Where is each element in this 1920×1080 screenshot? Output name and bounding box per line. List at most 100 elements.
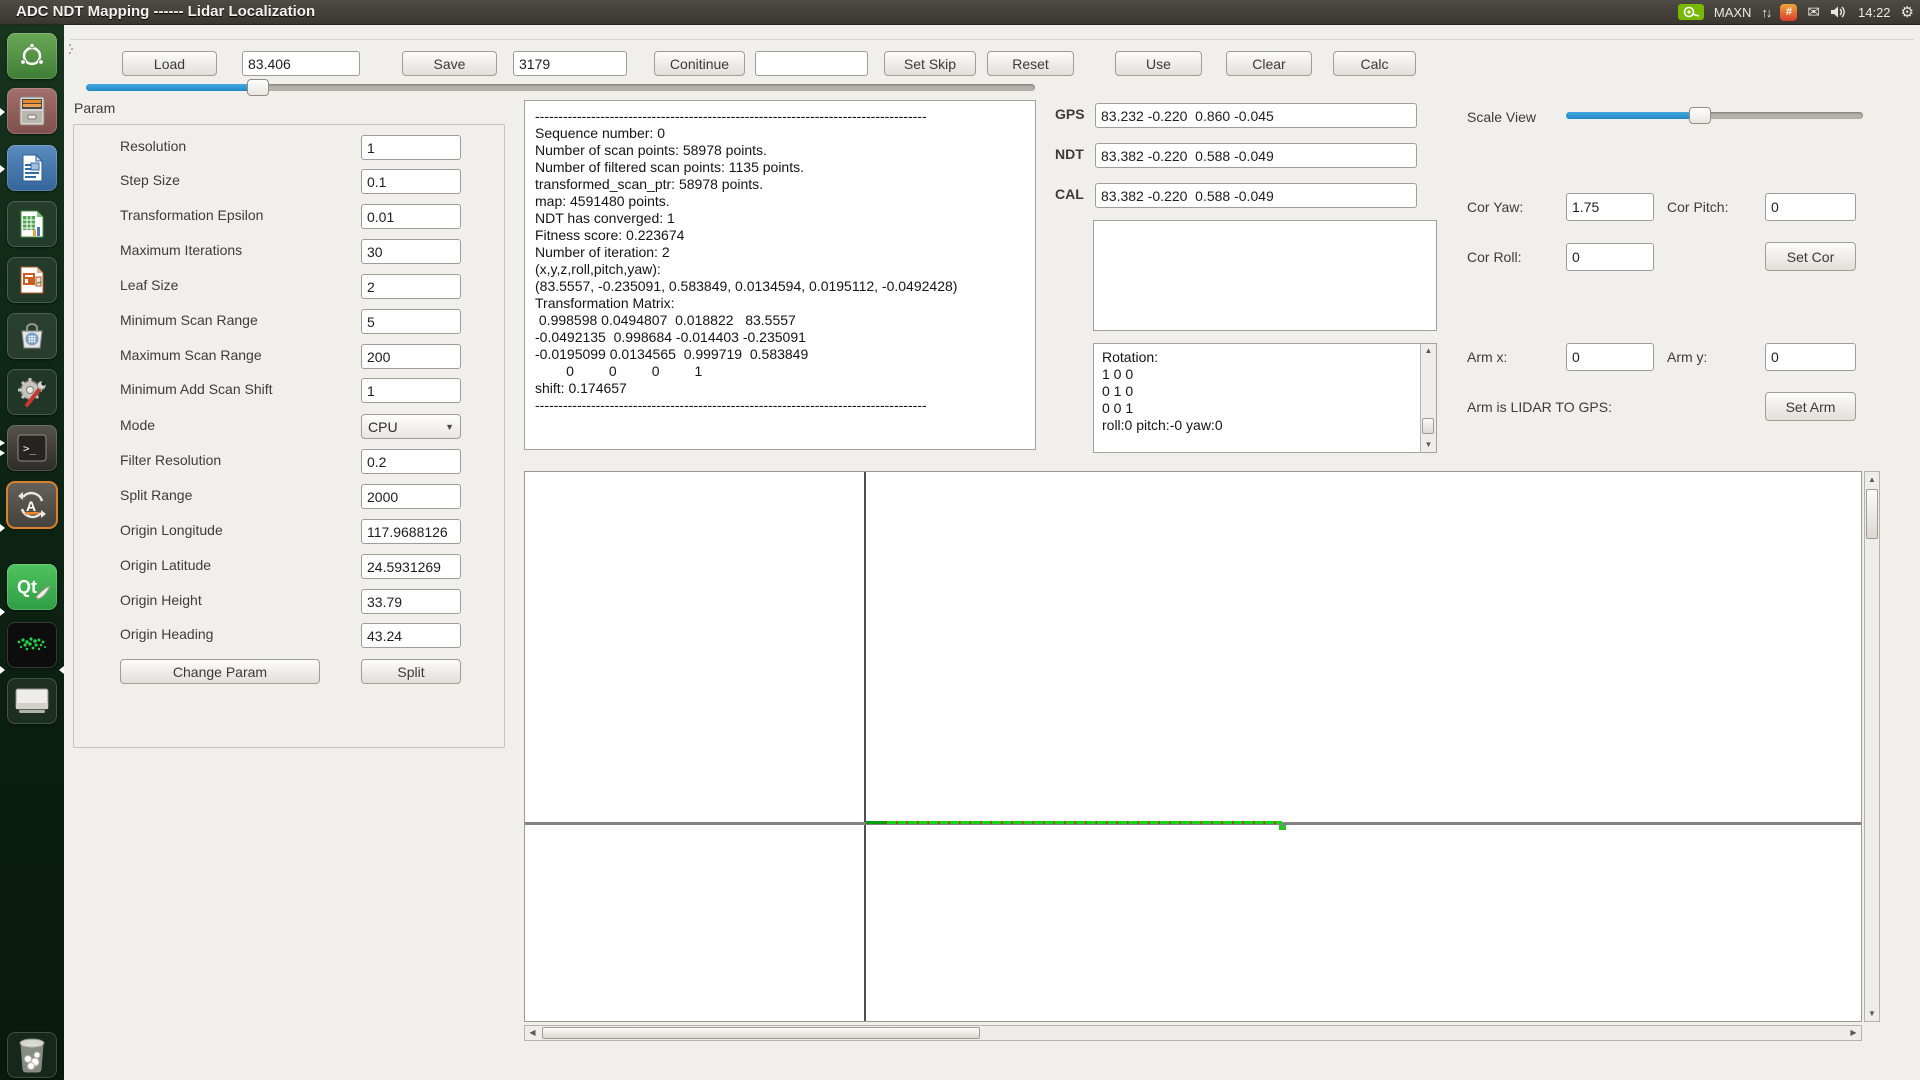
param-field-origin-height[interactable] [361,589,461,614]
use-button[interactable]: Use [1115,51,1202,76]
scroll-up-icon[interactable]: ▲ [1421,344,1436,358]
scroll-up-icon[interactable]: ▲ [1865,472,1879,487]
plot-hscrollbar[interactable]: ◀ ▶ [524,1025,1862,1041]
load-value-field[interactable] [242,51,360,76]
rotation-textarea[interactable]: Rotation: 1 0 0 0 1 0 0 0 1 roll:0 pitch… [1093,343,1437,453]
scroll-down-icon[interactable]: ▼ [1865,1006,1879,1021]
gear-wrench-icon [15,375,49,409]
save-button[interactable]: Save [402,51,497,76]
param-field-resolution[interactable] [361,135,461,160]
nvidia-eye-icon [1682,6,1700,18]
ndt-log-textarea[interactable]: ----------------------------------------… [524,100,1036,450]
param-label: Split Range [120,487,192,503]
running-indicator [0,450,5,456]
mail-icon[interactable]: ✉ [1807,3,1820,21]
param-field-min-add-scan-shift[interactable] [361,378,461,403]
nvidia-icon[interactable] [1678,4,1704,20]
param-label: Resolution [120,138,186,154]
svg-text:Qt: Qt [17,577,37,597]
scroll-left-icon[interactable]: ◀ [525,1026,540,1040]
gpu-mode-label[interactable]: MAXN [1714,5,1752,20]
change-param-button[interactable]: Change Param [120,659,320,684]
plot-hscrollbar-thumb[interactable] [542,1027,980,1039]
rotation-scrollbar[interactable]: ▲ ▼ [1420,344,1436,452]
keyboard-input-icon[interactable]: # [1780,4,1797,21]
skip-value-field[interactable] [755,51,868,76]
calc-button[interactable]: Calc [1333,51,1416,76]
dock-item-libreoffice-impress[interactable] [7,257,57,303]
sequence-slider-handle[interactable] [247,79,269,96]
dock-item-language-tool[interactable]: A [7,482,57,528]
cor-roll-field[interactable] [1566,243,1654,271]
reset-button[interactable]: Reset [987,51,1074,76]
dock-item-libreoffice-calc[interactable] [7,201,57,247]
dock-item-ubuntu-dash[interactable] [7,33,57,79]
gps-value-field[interactable] [1095,103,1417,128]
map-plot-canvas[interactable] [524,471,1862,1022]
cor-pitch-field[interactable] [1765,193,1856,221]
volume-icon[interactable] [1830,5,1848,19]
param-field-max-scan-range[interactable] [361,344,461,369]
plot-vscrollbar-thumb[interactable] [1866,489,1878,539]
mode-combobox[interactable]: CPU ▼ [361,414,461,439]
dock-item-terminal[interactable]: >_ [7,425,57,471]
cor-yaw-field[interactable] [1566,193,1654,221]
param-field-origin-latitude[interactable] [361,554,461,579]
continue-button[interactable]: Conitinue [654,51,745,76]
set-cor-button[interactable]: Set Cor [1765,242,1856,271]
clear-button[interactable]: Clear [1226,51,1312,76]
param-field-origin-heading[interactable] [361,623,461,648]
updown-arrows-icon[interactable]: ↑↓ [1761,5,1770,20]
plot-vscrollbar[interactable]: ▲ ▼ [1864,471,1880,1022]
scroll-down-icon[interactable]: ▼ [1421,438,1436,452]
sequence-slider-fill [86,84,254,91]
toolbar-drag-handle[interactable] [69,44,73,54]
running-indicator [0,608,5,616]
dock-item-qt-creator[interactable]: Qt [7,564,57,610]
rotation-scrollbar-thumb[interactable] [1422,418,1434,434]
param-field-origin-longitude[interactable] [361,519,461,544]
save-value-field[interactable] [513,51,627,76]
param-field-leaf-size[interactable] [361,274,461,299]
param-field-max-iterations[interactable] [361,239,461,264]
dock-item-disk-drive[interactable] [7,678,57,724]
dock-item-software-center[interactable] [7,313,57,359]
focused-indicator [59,666,64,674]
cor-pitch-label: Cor Pitch: [1667,199,1728,215]
scale-slider-handle[interactable] [1689,107,1711,124]
ndt-value-field[interactable] [1095,143,1417,168]
param-label: Leaf Size [120,277,178,293]
aux-display-box [1093,220,1437,331]
set-arm-button[interactable]: Set Arm [1765,392,1856,421]
param-field-step-size[interactable] [361,169,461,194]
top-panel: ADC NDT Mapping ------ Lidar Localizatio… [0,0,1920,25]
set-skip-button[interactable]: Set Skip [884,51,976,76]
arm-y-field[interactable] [1765,343,1856,371]
param-field-split-range[interactable] [361,484,461,509]
chevron-down-icon: ▼ [445,422,454,432]
split-button[interactable]: Split [361,659,461,684]
load-button[interactable]: Load [122,51,217,76]
session-gear-icon[interactable]: ⚙ [1901,3,1914,21]
software-bag-icon [16,320,48,352]
dock-item-file-manager[interactable] [7,88,57,134]
arm-x-label: Arm x: [1467,349,1507,365]
clock[interactable]: 14:22 [1858,5,1891,20]
dock-item-libreoffice-writer[interactable] [7,145,57,191]
running-indicator [0,666,5,674]
dock-item-trash[interactable] [7,1032,57,1078]
param-field-min-scan-range[interactable] [361,309,461,334]
plot-vertical-axis [864,472,866,1021]
cal-value-field[interactable] [1095,183,1417,208]
cal-label: CAL [1055,186,1084,202]
arm-x-field[interactable] [1566,343,1654,371]
dock-item-lidar-app[interactable] [7,622,57,668]
trajectory-end-marker [1279,825,1286,830]
param-field-filter-resolution[interactable] [361,449,461,474]
dock-item-system-settings[interactable] [7,369,57,415]
param-panel: Resolution Step Size Transformation Epsi… [73,124,505,748]
param-label: Minimum Add Scan Shift [120,381,273,397]
param-field-trans-epsilon[interactable] [361,204,461,229]
scroll-right-icon[interactable]: ▶ [1846,1026,1861,1040]
scale-slider-fill [1566,112,1696,119]
